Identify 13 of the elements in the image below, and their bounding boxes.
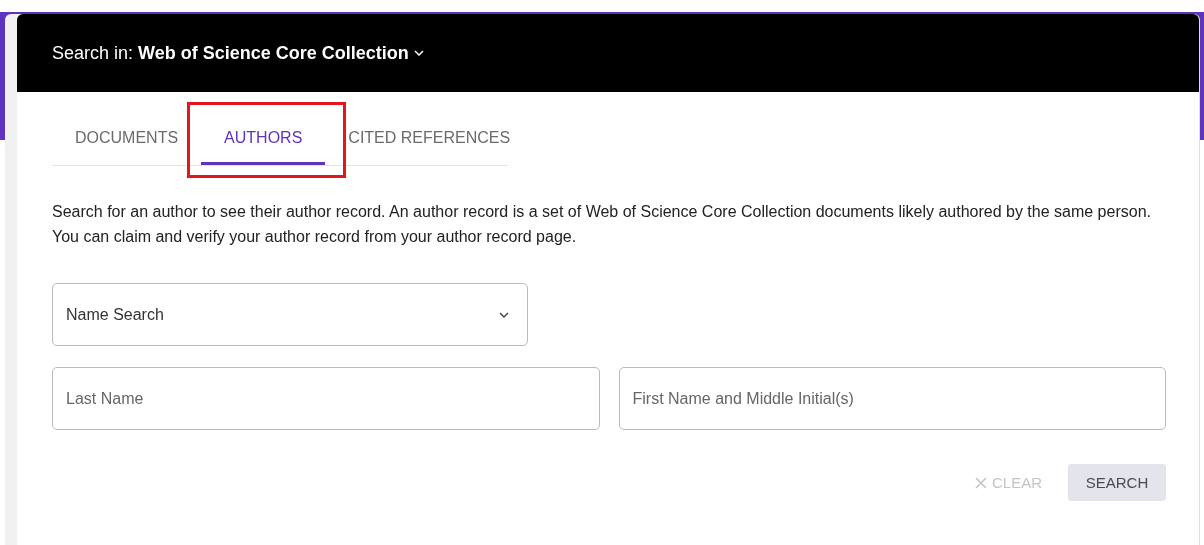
- search-in-label: Search in:: [52, 42, 134, 64]
- collection-dropdown[interactable]: Web of Science Core Collection: [138, 42, 424, 64]
- search-button[interactable]: SEARCH: [1068, 464, 1166, 501]
- search-type-select[interactable]: Name Search: [52, 283, 528, 346]
- description-text: Search for an author to see their author record. An author record is a set of Web of Science Core Collection documents likely authored by the same person. You can claim and verify your author record from your author record page.: [52, 202, 1152, 247]
- text-field[interactable]: Last Name: [52, 367, 600, 430]
- tab[interactable]: AUTHORS: [201, 110, 326, 165]
- chevron-down-icon: [413, 50, 424, 56]
- close-icon: [974, 476, 987, 489]
- tab[interactable]: CITED REFERENCES: [325, 110, 534, 165]
- text-field[interactable]: First Name and Middle Initial(s): [618, 367, 1166, 430]
- tab[interactable]: DOCUMENTS: [52, 110, 202, 165]
- chevron-down-icon: [499, 311, 509, 318]
